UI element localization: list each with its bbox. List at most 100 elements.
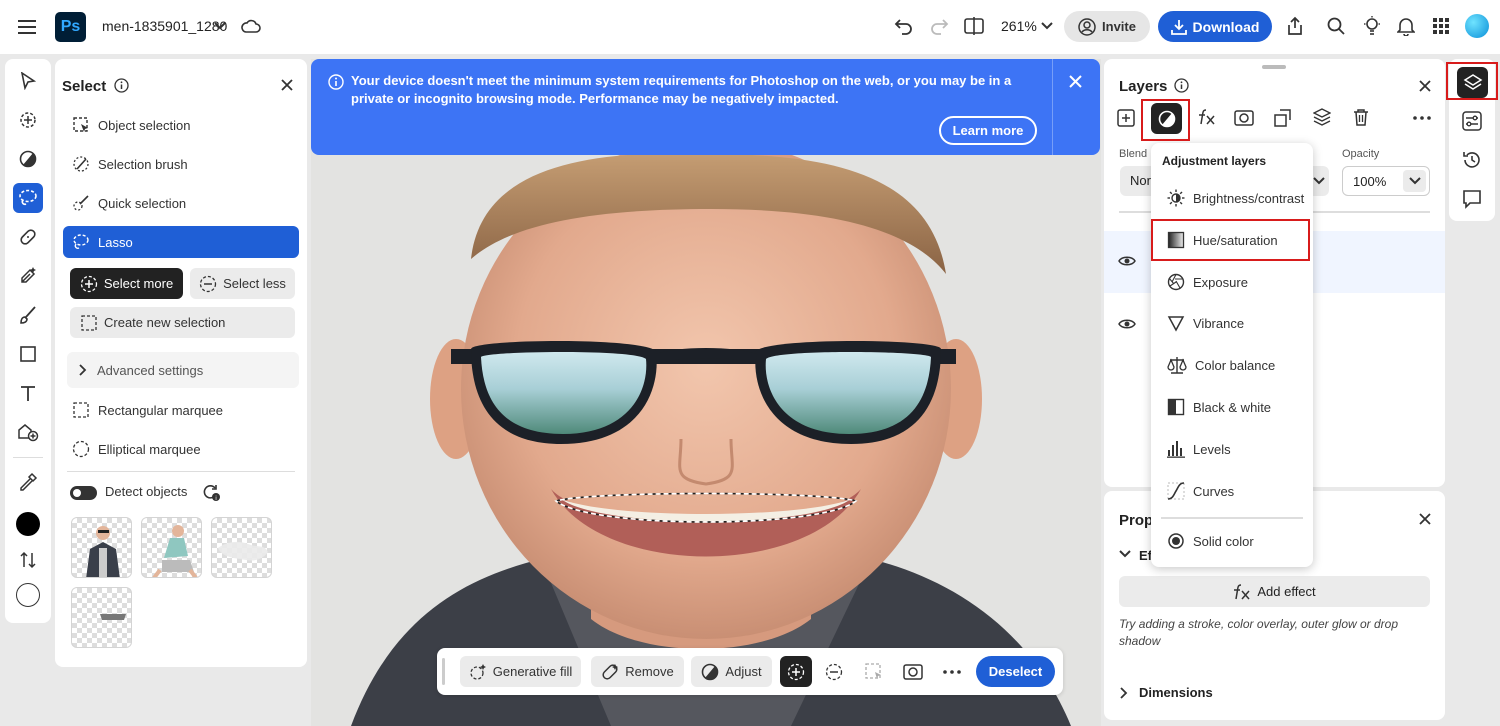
menu-item-curves[interactable]: Curves <box>1153 473 1311 509</box>
learn-more-button[interactable]: Learn more <box>939 116 1037 145</box>
detected-object-thumbnail[interactable] <box>71 517 132 578</box>
cloud-icon[interactable] <box>237 12 265 40</box>
detected-object-thumbnail[interactable] <box>141 517 202 578</box>
bell-icon[interactable] <box>1392 12 1420 40</box>
layers-title: Layers <box>1119 78 1168 95</box>
more-options-icon[interactable] <box>1412 111 1432 125</box>
search-icon[interactable] <box>1322 12 1350 40</box>
delete-icon[interactable] <box>1353 108 1369 126</box>
add-layer-icon[interactable] <box>1117 109 1135 127</box>
generative-fill-button[interactable]: Generative fill <box>460 656 581 687</box>
layer-mask-icon[interactable] <box>1234 109 1254 127</box>
hamburger-menu-icon[interactable] <box>13 13 41 41</box>
menu-item-label: Levels <box>1193 441 1231 457</box>
dimensions-chevron-right-icon[interactable] <box>1120 687 1128 699</box>
lightbulb-icon[interactable] <box>1358 12 1386 40</box>
close-banner-icon[interactable] <box>1069 75 1082 88</box>
detect-objects-toggle[interactable] <box>70 486 97 500</box>
zoom-level[interactable]: 261% <box>1001 18 1037 34</box>
effects-chevron-down-icon[interactable] <box>1119 550 1131 558</box>
compare-view-icon[interactable] <box>960 12 988 40</box>
close-icon[interactable] <box>280 78 294 92</box>
foreground-color-swatch[interactable] <box>13 509 43 539</box>
info-icon[interactable] <box>114 78 129 93</box>
select-more-button[interactable]: Select more <box>70 268 183 299</box>
healing-tool-icon[interactable] <box>13 222 43 252</box>
opacity-chevron-down-icon[interactable] <box>1403 170 1426 192</box>
avatar[interactable] <box>1465 14 1489 38</box>
comments-icon[interactable] <box>1462 189 1482 209</box>
performance-warning-banner: Your device doesn't meet the minimum sys… <box>311 59 1100 155</box>
brush-tool-icon[interactable] <box>13 300 43 330</box>
clipping-mask-icon[interactable] <box>1274 109 1292 127</box>
adjustment-layer-button[interactable] <box>1151 103 1182 134</box>
lasso-tool-icon[interactable] <box>13 183 43 213</box>
tool-lasso[interactable]: Lasso <box>63 226 299 258</box>
chevron-down-icon[interactable] <box>206 12 234 40</box>
canvas[interactable] <box>311 59 1101 726</box>
fx-icon[interactable] <box>1197 107 1217 127</box>
menu-item-brightness-contrast[interactable]: Brightness/contrast <box>1153 180 1311 216</box>
panel-drag-handle[interactable] <box>1262 65 1286 69</box>
history-icon[interactable] <box>1462 150 1482 170</box>
share-icon[interactable] <box>1281 12 1309 40</box>
tool-elliptical-marquee[interactable]: Elliptical marquee <box>63 433 299 465</box>
opacity-field[interactable]: 100% <box>1342 166 1430 196</box>
eye-icon[interactable] <box>1118 255 1136 267</box>
invite-button[interactable]: Invite <box>1064 11 1150 42</box>
tool-rectangular-marquee[interactable]: Rectangular marquee <box>63 394 299 426</box>
swap-colors-icon[interactable] <box>13 545 43 575</box>
create-new-selection-button[interactable]: Create new selection <box>70 307 295 338</box>
deselect-button[interactable]: Deselect <box>976 656 1055 687</box>
mask-icon[interactable] <box>903 663 923 681</box>
dimensions-label[interactable]: Dimensions <box>1139 685 1213 700</box>
menu-item-color-balance[interactable]: Color balance <box>1153 347 1311 383</box>
modify-selection-icon[interactable] <box>865 663 883 681</box>
undo-icon[interactable] <box>890 12 918 40</box>
adjust-tool-icon[interactable] <box>13 144 43 174</box>
solid-color-icon <box>1168 533 1184 549</box>
right-panel-strip <box>1449 59 1495 221</box>
tool-selection-brush[interactable]: Selection brush <box>63 148 299 180</box>
adjust-button[interactable]: Adjust <box>691 656 772 687</box>
adjustment-layers-menu: Adjustment layers Brightness/contrast Hu… <box>1151 143 1313 567</box>
tool-quick-selection[interactable]: Quick selection <box>63 187 299 219</box>
move-tool-icon[interactable] <box>13 66 43 96</box>
menu-item-hue-saturation[interactable]: Hue/saturation <box>1153 222 1311 258</box>
detected-object-thumbnail[interactable] <box>211 517 272 578</box>
refresh-detect-icon[interactable]: i <box>201 484 221 502</box>
select-more-context-button[interactable] <box>780 656 812 687</box>
eyedropper-tool-icon[interactable] <box>13 467 43 497</box>
add-effect-button[interactable]: Add effect <box>1119 576 1430 607</box>
zoom-chevron-down-icon[interactable] <box>1033 12 1061 40</box>
close-icon[interactable] <box>1418 512 1432 526</box>
download-button[interactable]: Download <box>1158 11 1272 42</box>
remove-button[interactable]: Remove <box>591 656 684 687</box>
drag-handle[interactable] <box>442 658 445 685</box>
adjustments-panel-icon[interactable] <box>1462 111 1482 131</box>
tool-object-selection[interactable]: Object selection <box>63 109 299 141</box>
generative-tool-icon[interactable] <box>13 261 43 291</box>
more-options-icon[interactable] <box>942 663 962 681</box>
layer-stack-icon[interactable] <box>1313 108 1331 128</box>
redo-icon[interactable] <box>925 12 953 40</box>
apps-grid-icon[interactable] <box>1427 12 1455 40</box>
eye-icon[interactable] <box>1118 318 1136 330</box>
menu-item-levels[interactable]: Levels <box>1153 431 1311 467</box>
detected-object-thumbnail[interactable] <box>71 587 132 648</box>
menu-item-vibrance[interactable]: Vibrance <box>1153 305 1311 341</box>
select-less-icon[interactable] <box>825 663 843 681</box>
rectangle-tool-icon[interactable] <box>13 339 43 369</box>
text-tool-icon[interactable] <box>13 378 43 408</box>
add-image-tool-icon[interactable] <box>13 417 43 447</box>
select-less-button[interactable]: Select less <box>190 268 295 299</box>
advanced-settings-toggle[interactable]: Advanced settings <box>67 352 299 388</box>
menu-item-exposure[interactable]: Exposure <box>1153 264 1311 300</box>
layers-panel-button[interactable] <box>1457 67 1488 98</box>
menu-item-solid-color[interactable]: Solid color <box>1153 523 1311 559</box>
menu-item-black-white[interactable]: Black & white <box>1153 389 1311 425</box>
close-icon[interactable] <box>1418 79 1432 93</box>
info-icon[interactable] <box>1174 78 1189 93</box>
background-color-swatch[interactable] <box>13 580 43 610</box>
transform-tool-icon[interactable] <box>13 105 43 135</box>
